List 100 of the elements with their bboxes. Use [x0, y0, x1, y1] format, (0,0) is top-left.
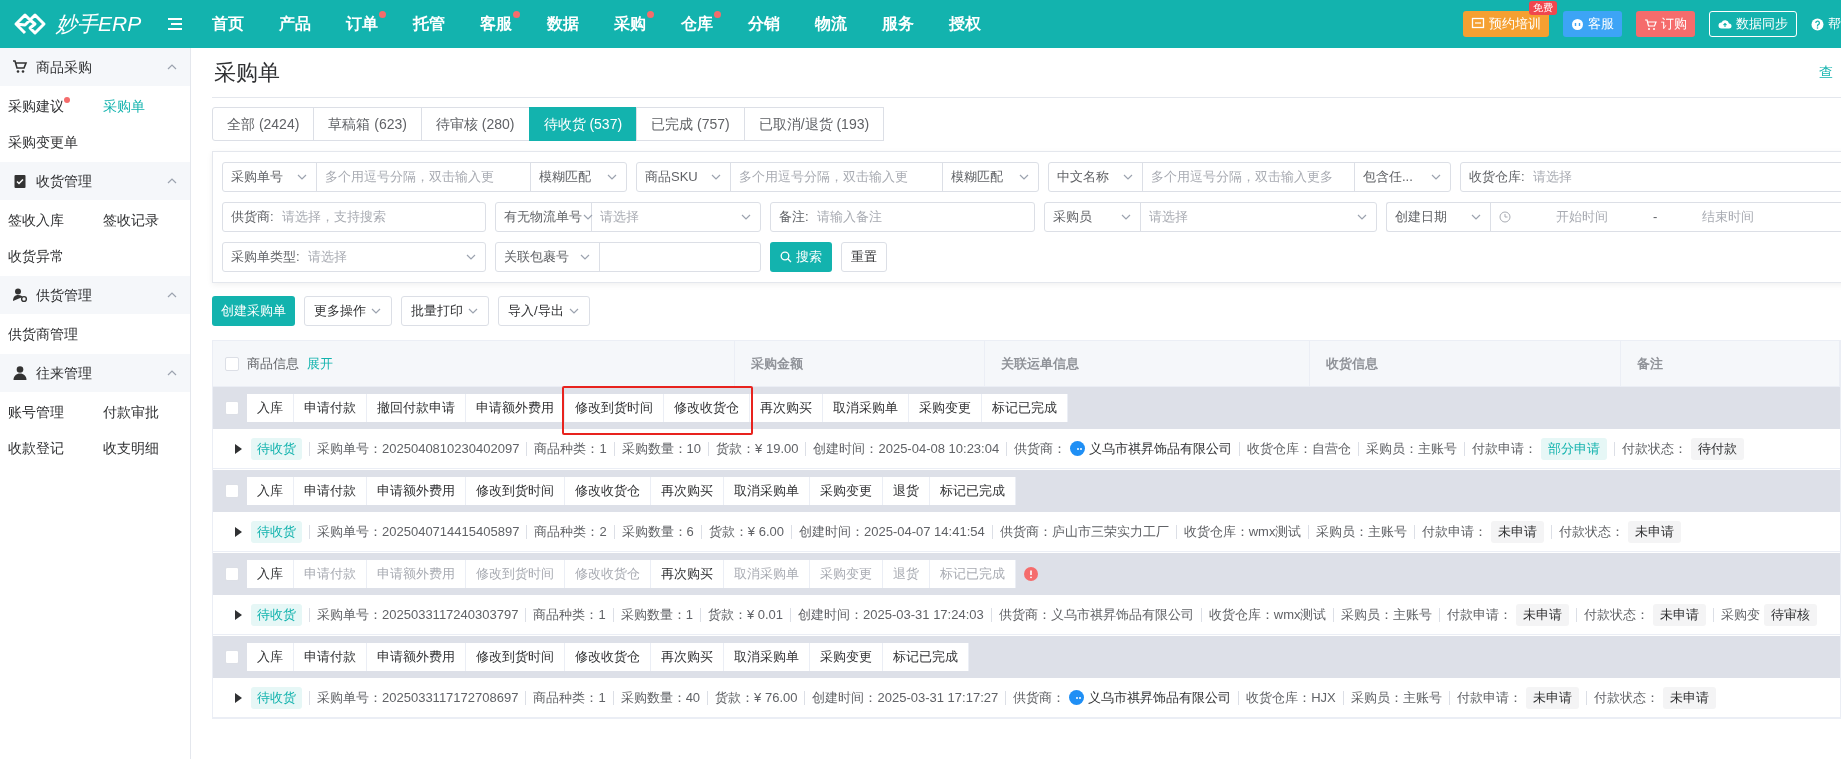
field-value: 6 [686, 522, 694, 541]
action-button[interactable]: 申请额外费用 [466, 394, 565, 422]
field-value: 主账号 [1418, 439, 1458, 458]
sidebar-item[interactable]: 付款审批 [95, 394, 167, 430]
action-button[interactable]: 采购变更 [810, 477, 883, 505]
sidebar-group-header[interactable]: 收货管理 [0, 162, 190, 200]
action-button[interactable]: 标记已完成 [982, 394, 1068, 422]
sidebar-item[interactable]: 签收记录 [95, 202, 167, 238]
sidebar-item[interactable]: 采购变更单 [0, 124, 86, 160]
tab[interactable]: 已取消/退货 (193) [743, 107, 885, 141]
tab[interactable]: 待审核 (280) [420, 107, 530, 141]
tab[interactable]: 草稿箱 (623) [313, 107, 422, 141]
action-button[interactable]: 撤回付款申请 [367, 394, 466, 422]
input-field[interactable]: 收货仓库: 请选择 [1460, 162, 1841, 192]
column-header: 采购金额 [751, 354, 803, 373]
field-label: 采购变 [1721, 605, 1761, 624]
action-button[interactable]: 申请付款 [294, 394, 367, 422]
clipboard-check-icon [12, 173, 28, 189]
action-button[interactable]: 修改收货仓 [664, 394, 750, 422]
action-button[interactable]: 取消采购单 [724, 477, 810, 505]
chat-bubble-icon[interactable] [1070, 441, 1086, 456]
checkbox[interactable] [225, 484, 239, 498]
status-tag: 未申请 [1628, 520, 1682, 543]
field-label: 采购单号： [317, 688, 382, 707]
field-label: 付款状态： [1622, 439, 1688, 458]
field-value: 40 [685, 688, 701, 707]
field-label: 商品种类： [533, 688, 599, 707]
action-button[interactable]: 入库 [247, 477, 294, 505]
chat-bubble-icon[interactable] [1069, 690, 1085, 705]
sidebar-item[interactable]: 收支明细 [95, 430, 167, 466]
action-button[interactable]: 修改到货时间 [466, 643, 565, 671]
action-button[interactable]: 取消采购单 [724, 643, 810, 671]
tab[interactable]: 已完成 (757) [636, 107, 745, 141]
field-value: 1 [599, 439, 607, 458]
action-button[interactable]: 退货 [883, 477, 930, 505]
action-button[interactable]: 入库 [247, 643, 294, 671]
field-value: 2025033117240303797 [382, 605, 519, 624]
dropdown-button[interactable]: 更多操作 [304, 296, 392, 326]
tab[interactable]: 全部 (2424) [212, 107, 315, 141]
status-tag: 待收货 [251, 520, 302, 543]
sidebar-group-header[interactable]: 商品采购 [0, 48, 190, 86]
sidebar-item[interactable]: 供货商管理 [0, 316, 86, 352]
input-field[interactable]: 备注: 请输入备注 [770, 202, 1035, 232]
action-button[interactable]: 修改收货仓 [565, 477, 651, 505]
sidebar-item[interactable]: 收货异常 [0, 238, 72, 274]
checkbox[interactable] [225, 356, 239, 371]
action-button[interactable]: 入库 [247, 394, 294, 422]
field-label: 收货仓库： [1208, 605, 1274, 624]
checkbox[interactable] [225, 567, 239, 581]
action-button[interactable]: 申请额外费用 [367, 477, 466, 505]
dropdown-button[interactable]: 导入/导出 [498, 296, 590, 326]
action-button[interactable]: 入库 [247, 560, 294, 588]
expand-triangle-icon[interactable] [233, 442, 243, 455]
checkbox[interactable] [225, 401, 239, 415]
sidebar-item[interactable]: 采购建议 [0, 88, 72, 124]
reset-button[interactable]: 重置 [841, 242, 887, 272]
action-button[interactable]: 再次购买 [750, 394, 823, 422]
action-button[interactable]: 标记已完成 [930, 477, 1016, 505]
sidebar-item[interactable]: 账号管理 [0, 394, 72, 430]
action-button[interactable]: 修改到货时间 [565, 394, 664, 422]
action-button[interactable]: 申请付款 [294, 477, 367, 505]
field-label: 采购员： [1341, 605, 1394, 624]
expand-triangle-icon[interactable] [233, 525, 243, 538]
dropdown-button[interactable]: 批量打印 [401, 296, 489, 326]
status-tag: 待收货 [251, 437, 302, 460]
sidebar-group-header[interactable]: 供货管理 [0, 276, 190, 314]
field-label: 商品种类： [534, 439, 600, 458]
headset-icon [1571, 17, 1584, 31]
action-button[interactable]: 修改到货时间 [466, 477, 565, 505]
action-button[interactable]: 采购变更 [909, 394, 982, 422]
action-button[interactable]: 再次购买 [651, 560, 724, 588]
menu-icon[interactable] [168, 18, 182, 30]
action-button[interactable]: 再次购买 [651, 477, 724, 505]
action-button[interactable]: 申请付款 [294, 643, 367, 671]
field-label: 供货商： [999, 522, 1052, 541]
action-button[interactable]: 再次购买 [651, 643, 724, 671]
action-button[interactable]: 标记已完成 [883, 643, 969, 671]
field-label: 采购单号： [317, 605, 382, 624]
field-label: 付款申请： [1422, 522, 1488, 541]
field-value: 2025040810230402097 [382, 439, 520, 458]
action-button[interactable]: 申请额外费用 [367, 643, 466, 671]
status-tag: 未申请 [1516, 603, 1570, 626]
field-label: 采购数量： [621, 439, 687, 458]
input-field[interactable]: 供货商: 请选择，支持搜索 [222, 202, 486, 232]
field-value: 2025-03-31 17:17:27 [877, 688, 999, 707]
field-label: 付款申请： [1456, 688, 1522, 707]
action-button[interactable]: 取消采购单 [823, 394, 909, 422]
field-value: 2025-04-08 10:23:04 [878, 439, 1000, 458]
expand-triangle-icon[interactable] [233, 691, 243, 704]
status-tag: 未申请 [1525, 686, 1579, 709]
sidebar-item[interactable]: 收款登记 [0, 430, 72, 466]
checkbox[interactable] [225, 650, 239, 664]
action-button[interactable]: 修改收货仓 [565, 643, 651, 671]
sidebar-group-header[interactable]: 往来管理 [0, 354, 190, 392]
column-header: 备注 [1637, 354, 1663, 373]
sidebar-item[interactable]: 签收入库 [0, 202, 72, 238]
action-button[interactable]: 采购变更 [810, 643, 883, 671]
expand-triangle-icon[interactable] [233, 608, 243, 621]
cart-icon [12, 59, 28, 75]
select-field[interactable]: 采购单类型: 请选择 [222, 242, 486, 272]
